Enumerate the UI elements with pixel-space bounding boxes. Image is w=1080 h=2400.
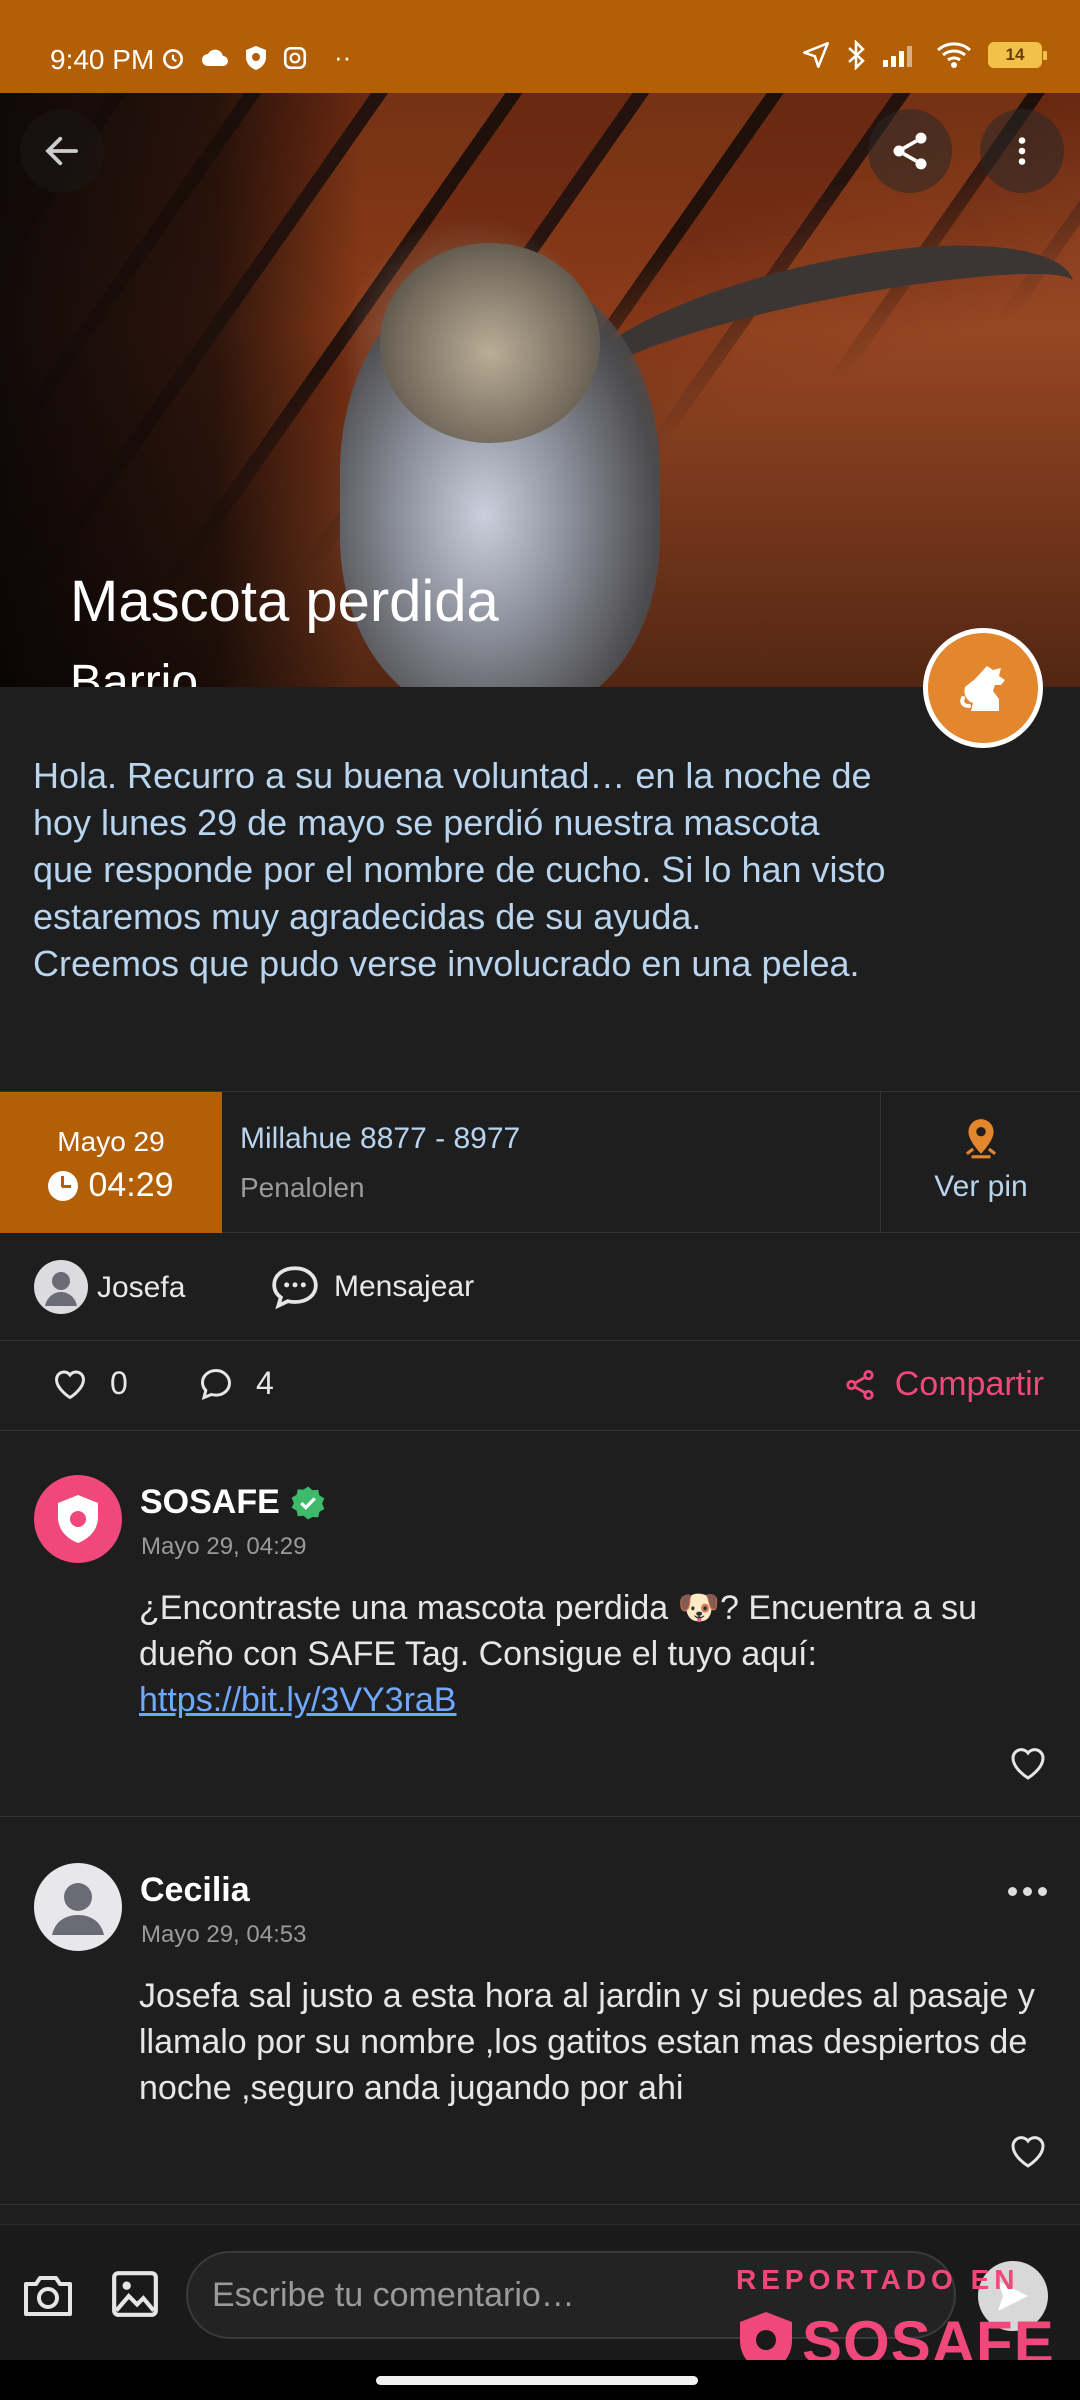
comment-item: Cecilia Mayo 29, 04:53 Josefa sal justo … [0, 1817, 1080, 2205]
author-row: Josefa Mensajear [0, 1233, 1080, 1341]
comment-text: Josefa sal justo a esta hora al jardin y… [139, 1977, 1035, 2107]
signal-icon [883, 46, 912, 67]
post-title: Mascota perdida [70, 569, 499, 634]
clock-icon [48, 1170, 79, 1201]
like-button[interactable]: 0 [52, 1365, 128, 1402]
watermark-caption: REPORTADO EN [736, 2264, 1020, 2295]
comment-icon [200, 1368, 232, 1400]
back-arrow-icon [45, 136, 78, 166]
post-address: Millahue 8877 - 8977 [240, 1122, 521, 1155]
post-time: 04:29 [88, 1166, 174, 1204]
comment-author-name: Cecilia [140, 1871, 250, 1909]
share-post-label: Compartir [894, 1365, 1044, 1403]
more-vertical-icon [1018, 137, 1026, 165]
bluetooth-icon [848, 40, 865, 70]
system-navigation-bar [0, 2360, 1080, 2400]
post-date-box: Mayo 29 04:29 [0, 1092, 222, 1233]
more-horizontal-icon [1008, 1886, 1017, 1896]
heart-icon[interactable] [1008, 2131, 1048, 2171]
post-description: Hola. Recurro a su buena voluntad… en la… [33, 755, 886, 984]
comments-count: 4 [256, 1365, 274, 1401]
status-notification-icons: ·· [160, 42, 351, 73]
wifi-icon [937, 42, 971, 68]
comment-author-name: SOSAFE [140, 1483, 280, 1521]
comment-item: SOSAFE Mayo 29, 04:29 ¿Encontraste una m… [0, 1431, 1080, 1817]
user-icon [52, 1883, 104, 1935]
author-avatar[interactable] [34, 1260, 88, 1314]
comment-link[interactable]: https://bit.ly/3VY3raB [139, 1681, 457, 1719]
camera-icon[interactable] [20, 2271, 76, 2321]
comment-text: ¿Encontraste una mascota perdida 🐶? Encu… [139, 1585, 1039, 1723]
dog-icon [960, 666, 1005, 711]
share-top-button[interactable] [868, 109, 952, 193]
message-author-button[interactable]: Mensajear [270, 1257, 474, 1317]
location-arrow-icon [803, 42, 829, 68]
chat-bubble-icon [272, 1266, 318, 1310]
comment-text-body: ¿Encontraste una mascota perdida 🐶? Encu… [139, 1589, 978, 1673]
post-date: Mayo 29 [57, 1126, 165, 1157]
post-commune: Penalolen [240, 1172, 365, 1203]
status-time: 9:40 PM [50, 44, 155, 75]
more-dot [1023, 1886, 1032, 1896]
cloud-icon [202, 49, 228, 66]
post-category: Barrio [70, 656, 199, 687]
message-author-label: Mensajear [334, 1270, 475, 1303]
status-system-icons: 14 [802, 40, 1047, 70]
view-pin-label: Ver pin [934, 1170, 1028, 1203]
share-post-button[interactable]: Compartir [843, 1365, 1044, 1404]
comment-options-button[interactable] [1008, 1881, 1054, 1901]
alarm-icon [163, 48, 183, 69]
image-icon[interactable] [110, 2269, 160, 2319]
share-nodes-icon [846, 1369, 874, 1400]
post-hero-image: Mascota perdida Barrio [0, 93, 1080, 687]
author-name[interactable]: Josefa [97, 1271, 185, 1305]
user-icon [45, 1272, 77, 1306]
post-time-row: 04:29 [0, 1166, 222, 1205]
cat-photo-head [380, 243, 600, 443]
home-gesture-handle[interactable] [376, 2376, 698, 2385]
comments-button[interactable]: 4 [198, 1365, 274, 1402]
more-dot [1038, 1886, 1047, 1896]
comment-author[interactable]: Cecilia [140, 1871, 250, 1910]
status-bar: 9:40 PM ·· 14 [0, 0, 1080, 93]
post-info-row: Mayo 29 04:29 Millahue 8877 - 8977 Penal… [0, 1091, 1080, 1233]
comment-date: Mayo 29, 04:53 [141, 1921, 307, 1948]
shield-status-icon [246, 45, 266, 70]
comment-date: Mayo 29, 04:29 [141, 1533, 307, 1560]
post-stats-row: 0 4 Compartir [0, 1341, 1080, 1431]
location-pin-icon [965, 1119, 997, 1159]
heart-icon [54, 1370, 86, 1399]
back-button[interactable] [20, 109, 104, 193]
more-notifications-icon: ·· [334, 42, 352, 72]
likes-count: 0 [110, 1365, 128, 1401]
battery-indicator: 14 [988, 42, 1047, 68]
heart-icon[interactable] [1008, 1743, 1048, 1783]
verified-badge-icon [291, 1486, 325, 1519]
comment-author[interactable]: SOSAFE [140, 1483, 326, 1522]
share-icon [893, 132, 927, 170]
sosafe-avatar[interactable] [34, 1475, 122, 1563]
comment-avatar[interactable] [34, 1863, 122, 1951]
more-options-button[interactable] [980, 109, 1064, 193]
pet-category-badge [923, 628, 1043, 748]
sosafe-shield-icon [58, 1495, 98, 1543]
view-pin-button[interactable]: Ver pin [880, 1092, 1080, 1233]
app-status-icon [283, 46, 307, 69]
